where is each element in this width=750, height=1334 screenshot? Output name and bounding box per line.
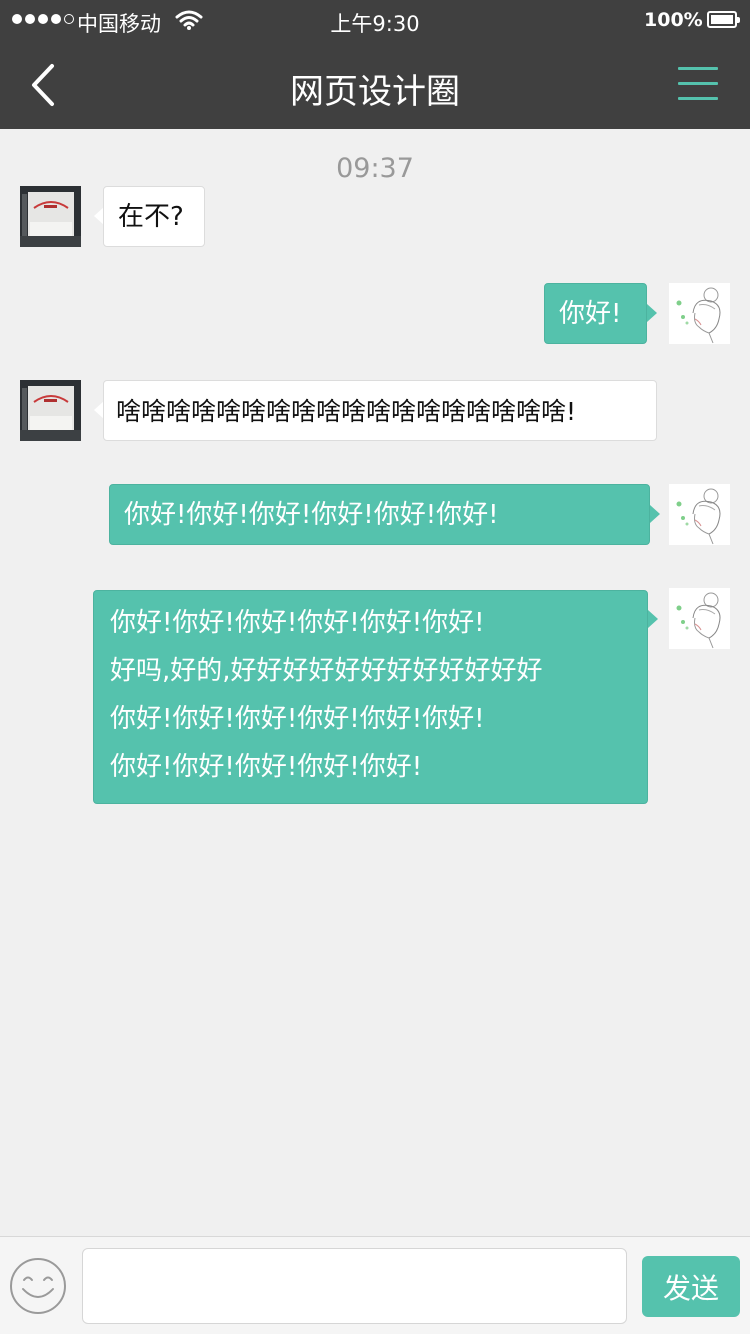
user-avatar[interactable] [669,588,730,649]
emoji-button[interactable] [9,1257,67,1315]
message-text-line: 你好!你好!你好!你好!你好!你好! [110,608,485,638]
message-bubble-incoming[interactable]: 啥啥啥啥啥啥啥啥啥啥啥啥啥啥啥啥啥啥! [103,380,657,441]
office-photo-icon [20,380,81,441]
message-input-bar: 发送 [0,1236,750,1334]
bubble-tail [650,505,660,523]
message-text-line: 你好!你好!你好!你好!你好! [110,752,423,782]
contact-avatar[interactable] [20,380,81,441]
page-title: 网页设计圈 [290,72,460,112]
user-avatar[interactable] [669,484,730,545]
message-text: 你好! [559,299,622,329]
message-text: 啥啥啥啥啥啥啥啥啥啥啥啥啥啥啥啥啥啥! [116,397,577,426]
girl-sketch-icon [669,484,730,545]
bubble-tail [648,610,658,628]
message-bubble-outgoing[interactable]: 你好!你好!你好!你好!你好!你好! [109,484,650,545]
battery-percent: 100% [644,9,703,31]
message-text: 你好!你好!你好!你好!你好!你好! [124,500,499,530]
message-text-line: 你好!你好!你好!你好!你好!你好! [110,704,485,734]
message-text: 在不? [118,202,184,232]
battery-icon [707,11,740,28]
menu-button[interactable] [676,65,722,105]
contact-avatar[interactable] [20,186,81,247]
navigation-bar: 网页设计圈 [0,40,750,129]
status-bar: 中国移动 上午9:30 100% [0,0,750,40]
girl-sketch-icon [669,283,730,344]
message-bubble-incoming[interactable]: 在不? [103,186,205,247]
office-photo-icon [20,186,81,247]
message-bubble-outgoing[interactable]: 你好! [544,283,647,344]
bubble-tail [647,304,657,322]
message-bubble-outgoing[interactable]: 你好!你好!你好!你好!你好!你好! 好吗,好的,好好好好好好好好好好好好 你好… [93,590,648,804]
menu-icon [678,67,718,70]
status-time: 上午9:30 [330,12,420,36]
message-input[interactable] [82,1248,627,1324]
smiley-icon [10,1258,66,1314]
girl-sketch-icon [669,588,730,649]
message-text-line: 好吗,好的,好好好好好好好好好好好好 [110,656,543,686]
chat-timestamp: 09:37 [336,153,414,184]
user-avatar[interactable] [669,283,730,344]
send-button[interactable]: 发送 [642,1256,740,1317]
